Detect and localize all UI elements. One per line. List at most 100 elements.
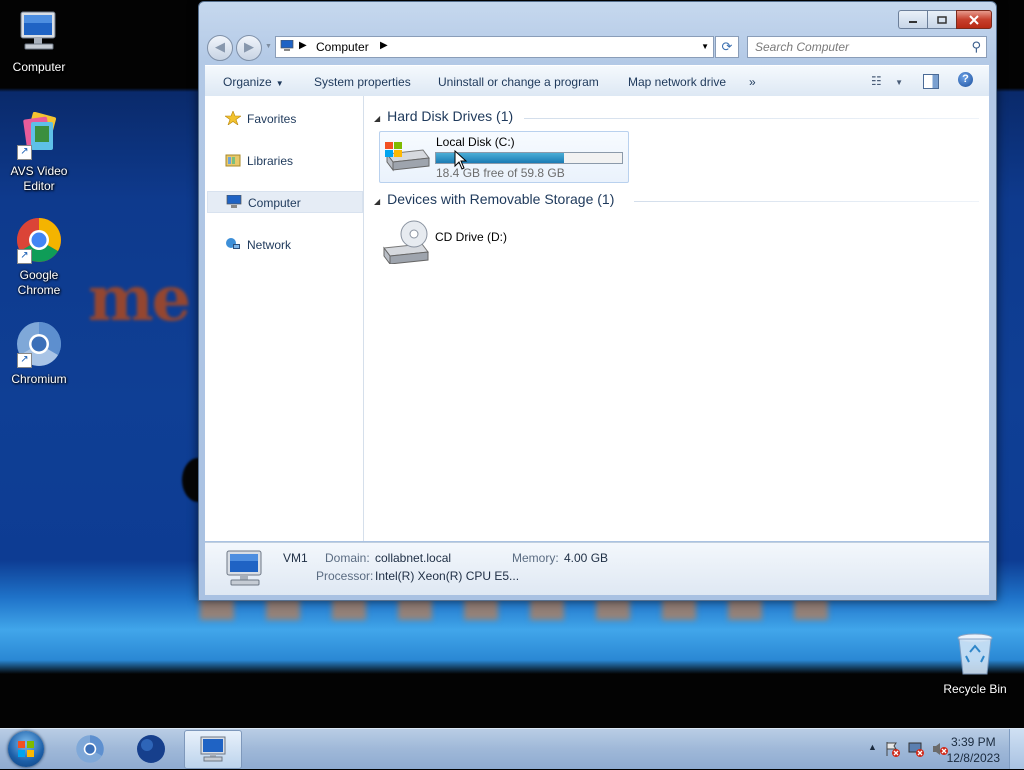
- recent-pages-dropdown[interactable]: ▼: [265, 43, 272, 50]
- hard-drive-icon: [385, 142, 430, 172]
- computer-icon: [280, 40, 294, 51]
- action-center-flag-icon[interactable]: [884, 741, 900, 757]
- refresh-icon: ⟳: [721, 39, 733, 54]
- show-hidden-icons-button[interactable]: ▲: [868, 742, 877, 752]
- nav-item-label: Libraries: [247, 154, 294, 168]
- explorer-window: ◀ ▶ ▼ ▶ Computer ▶ ▼ ⟳ Search Computer ⚲…: [198, 1, 997, 601]
- map-network-drive-button[interactable]: Map network drive: [628, 75, 726, 89]
- desktop-icon-label: AVS Video Editor: [10, 164, 68, 193]
- drive-name: CD Drive (D:): [435, 230, 507, 244]
- organize-label: Organize: [223, 75, 272, 89]
- taskbar-globe-app-button[interactable]: [123, 730, 179, 767]
- cd-drive-icon: [383, 220, 429, 264]
- globe-icon: [137, 735, 165, 763]
- system-properties-button[interactable]: System properties: [314, 75, 411, 89]
- address-bar[interactable]: ▶ Computer ▶ ▼: [275, 36, 714, 58]
- wallpaper-stripe: [200, 598, 860, 620]
- windows-logo-icon: [18, 741, 34, 757]
- back-button[interactable]: ◀: [207, 35, 233, 61]
- start-button[interactable]: [8, 731, 44, 767]
- clock-date: 12/8/2023: [946, 751, 1000, 765]
- avs-video-editor-icon: ↗: [15, 111, 63, 160]
- restore-icon: [937, 15, 947, 24]
- computer-icon: [226, 195, 242, 208]
- close-icon: [969, 14, 979, 25]
- collapse-triangle-icon: ◢: [374, 197, 381, 206]
- processor-value: Intel(R) Xeon(R) CPU E5...: [375, 569, 520, 583]
- taskbar-chromium-button[interactable]: [62, 730, 118, 767]
- breadcrumb-computer[interactable]: Computer: [316, 40, 369, 54]
- command-bar: Organize ▼ System properties Uninstall or…: [205, 65, 989, 97]
- details-pane: VM1 Domain: collabnet.local Memory: 4.00…: [205, 542, 989, 595]
- content-pane: ◢ Hard Disk Drives (1) Local Disk (C:) 18…: [364, 96, 989, 541]
- search-icon[interactable]: ⚲: [971, 39, 981, 55]
- breadcrumb-chevron-icon[interactable]: ▶: [380, 40, 388, 51]
- group-header-hard-disk-drives[interactable]: ◢ Hard Disk Drives (1): [374, 108, 513, 124]
- caption-buttons: [898, 10, 992, 29]
- desktop-icon-google-chrome[interactable]: ↗ Google Chrome: [1, 216, 77, 298]
- recycle-bin-icon: [951, 630, 999, 678]
- group-header-removable-storage[interactable]: ◢ Devices with Removable Storage (1): [374, 191, 614, 207]
- chromium-icon: ↗: [15, 320, 63, 368]
- desktop-icon-label: Google Chrome: [17, 268, 61, 297]
- preview-pane-button[interactable]: [923, 74, 939, 89]
- clock[interactable]: 3:39 PM 12/8/2023: [947, 734, 1000, 766]
- desktop-icon-label: Chromium: [11, 372, 67, 386]
- navigation-pane: Favorites Libraries Computer Network: [205, 96, 364, 541]
- domain-label: Domain:: [325, 551, 370, 565]
- desktop-icon-computer[interactable]: Computer: [1, 8, 77, 75]
- computer-icon: [226, 550, 262, 586]
- group-divider: [634, 201, 979, 202]
- group-title: Devices with Removable Storage (1): [387, 191, 615, 207]
- desktop-icon-avs-video-editor[interactable]: ↗ AVS Video Editor: [1, 111, 77, 194]
- uninstall-program-button[interactable]: Uninstall or change a program: [438, 75, 599, 89]
- taskbar-computer-window-button[interactable]: [184, 730, 242, 769]
- computer-icon: [200, 736, 226, 762]
- nav-item-label: Network: [247, 238, 292, 252]
- chrome-icon: ↗: [15, 216, 63, 264]
- desktop-icon-recycle-bin[interactable]: Recycle Bin: [937, 630, 1013, 697]
- drive-cd-d[interactable]: CD Drive (D:): [379, 216, 529, 266]
- forward-button[interactable]: ▶: [236, 35, 262, 61]
- mouse-cursor-icon: [454, 150, 468, 170]
- system-tray: ▲ 3:39 PM 12/8/2023: [844, 729, 1024, 769]
- chromium-icon: [76, 735, 104, 763]
- star-icon: [225, 111, 241, 125]
- show-desktop-button[interactable]: [1009, 729, 1024, 769]
- forward-arrow-icon: ▶: [244, 39, 254, 54]
- breadcrumb-chevron-icon[interactable]: ▶: [299, 40, 307, 51]
- help-button[interactable]: ?: [958, 72, 973, 87]
- nav-item-libraries[interactable]: Libraries: [207, 150, 361, 170]
- shortcut-arrow-icon: ↗: [17, 249, 32, 264]
- network-status-icon[interactable]: [908, 741, 924, 757]
- more-commands-button[interactable]: »: [749, 75, 756, 89]
- shortcut-arrow-icon: ↗: [17, 145, 32, 160]
- minimize-icon: [909, 20, 917, 23]
- processor-label: Processor:: [316, 569, 374, 583]
- libraries-icon: [225, 154, 241, 167]
- close-button[interactable]: [956, 10, 992, 29]
- back-arrow-icon: ◀: [215, 39, 225, 54]
- domain-value: collabnet.local: [375, 551, 452, 565]
- address-dropdown-icon[interactable]: ▼: [701, 42, 709, 51]
- volume-muted-icon[interactable]: [932, 741, 948, 757]
- search-input[interactable]: Search Computer ⚲: [747, 36, 987, 58]
- memory-label: Memory:: [512, 551, 559, 565]
- search-placeholder: Search Computer: [755, 40, 850, 54]
- change-view-button[interactable]: ☷ ▼: [871, 74, 903, 88]
- nav-item-computer[interactable]: Computer: [207, 191, 363, 213]
- refresh-button[interactable]: ⟳: [715, 36, 739, 58]
- nav-item-label: Computer: [248, 196, 301, 210]
- desktop-icon-chromium[interactable]: ↗ Chromium: [1, 320, 77, 387]
- minimize-button[interactable]: [898, 10, 927, 29]
- nav-item-favorites[interactable]: Favorites: [207, 108, 361, 128]
- drive-local-disk-c[interactable]: Local Disk (C:) 18.4 GB free of 59.8 GB: [379, 131, 629, 183]
- nav-item-network[interactable]: Network: [207, 234, 361, 254]
- maximize-button[interactable]: [927, 10, 956, 29]
- group-title: Hard Disk Drives (1): [387, 108, 514, 124]
- network-icon: [226, 238, 240, 249]
- collapse-triangle-icon: ◢: [374, 114, 381, 123]
- organize-button[interactable]: Organize ▼: [223, 75, 284, 89]
- group-divider: [524, 118, 979, 119]
- wallpaper-logo: me: [88, 262, 191, 335]
